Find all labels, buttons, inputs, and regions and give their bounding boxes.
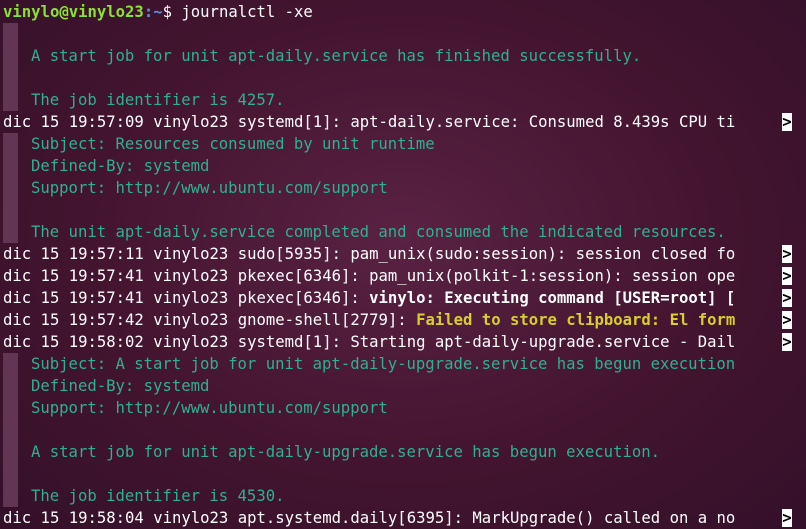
journal-detail-line (3, 419, 806, 441)
journal-entry-text: dic 15 19:57:09 vinylo23 systemd[1]: apt… (3, 113, 736, 131)
journal-detail-line: A start job for unit apt-daily-upgrade.s… (3, 441, 806, 463)
truncation-marker: > (782, 267, 792, 285)
journal-detail-line: Defined-By: systemd (3, 375, 806, 397)
prompt-path: :~ (143, 3, 163, 21)
journal-detail-line (3, 463, 806, 485)
prompt-symbol: $ (162, 3, 172, 21)
truncation-marker: > (782, 289, 792, 307)
truncation-marker: > (782, 509, 792, 527)
journal-detail-line: Support: http://www.ubuntu.com/support (3, 397, 806, 419)
journal-entry-line: dic 15 19:57:11 vinylo23 sudo[5935]: pam… (3, 243, 806, 265)
journal-detail-line: The job identifier is 4530. (3, 485, 806, 507)
journal-detail-line: The job identifier is 4257. (3, 89, 806, 111)
journal-entry-line: dic 15 19:58:02 vinylo23 systemd[1]: Sta… (3, 331, 806, 353)
journal-entry-text: dic 15 19:57:41 vinylo23 pkexec[6346]: (3, 289, 370, 307)
terminal-output[interactable]: vinylo@vinylo23:~$ journalctl -xe A star… (3, 1, 806, 529)
journal-entry-line: dic 15 19:57:41 vinylo23 pkexec[6346]: v… (3, 287, 806, 309)
journal-entry-text: dic 15 19:58:04 vinylo23 apt.systemd.dai… (3, 509, 736, 527)
truncation-marker: > (782, 333, 792, 351)
journal-entry-text: dic 15 19:57:41 vinylo23 pkexec[6346]: p… (3, 267, 736, 285)
truncation-marker: > (782, 245, 792, 263)
prompt-command: journalctl -xe (172, 3, 313, 21)
journal-detail-line: The unit apt-daily.service completed and… (3, 221, 806, 243)
journal-entry-line: dic 15 19:58:04 vinylo23 apt.systemd.dai… (3, 507, 806, 529)
journal-detail-line: A start job for unit apt-daily.service h… (3, 45, 806, 67)
prompt-line: vinylo@vinylo23:~$ journalctl -xe (3, 1, 806, 23)
journal-detail-line: Support: http://www.ubuntu.com/support (3, 177, 806, 199)
journal-entry-text: dic 15 19:57:11 vinylo23 sudo[5935]: pam… (3, 245, 736, 263)
journal-detail-line (3, 67, 806, 89)
truncation-marker: > (782, 311, 792, 329)
journal-entry-warning: Failed to store clipboard: El form (416, 311, 736, 329)
journal-entry-highlight: vinylo: Executing command [USER=root] [ (369, 289, 736, 307)
journal-entry-text: dic 15 19:57:42 vinylo23 gnome-shell[277… (3, 311, 417, 329)
journal-detail-line (3, 199, 806, 221)
journal-detail-line: Subject: Resources consumed by unit runt… (3, 133, 806, 155)
journal-entry-line: dic 15 19:57:42 vinylo23 gnome-shell[277… (3, 309, 806, 331)
truncation-marker: > (782, 113, 792, 131)
journal-entry-line: dic 15 19:57:09 vinylo23 systemd[1]: apt… (3, 111, 806, 133)
journal-detail-line: Subject: A start job for unit apt-daily-… (3, 353, 806, 375)
journal-entry-text: dic 15 19:58:02 vinylo23 systemd[1]: Sta… (3, 333, 736, 351)
journal-detail-line (3, 23, 806, 45)
prompt-user-host: vinylo@vinylo23 (3, 3, 144, 21)
journal-entry-line: dic 15 19:57:41 vinylo23 pkexec[6346]: p… (3, 265, 806, 287)
journal-detail-line: Defined-By: systemd (3, 155, 806, 177)
